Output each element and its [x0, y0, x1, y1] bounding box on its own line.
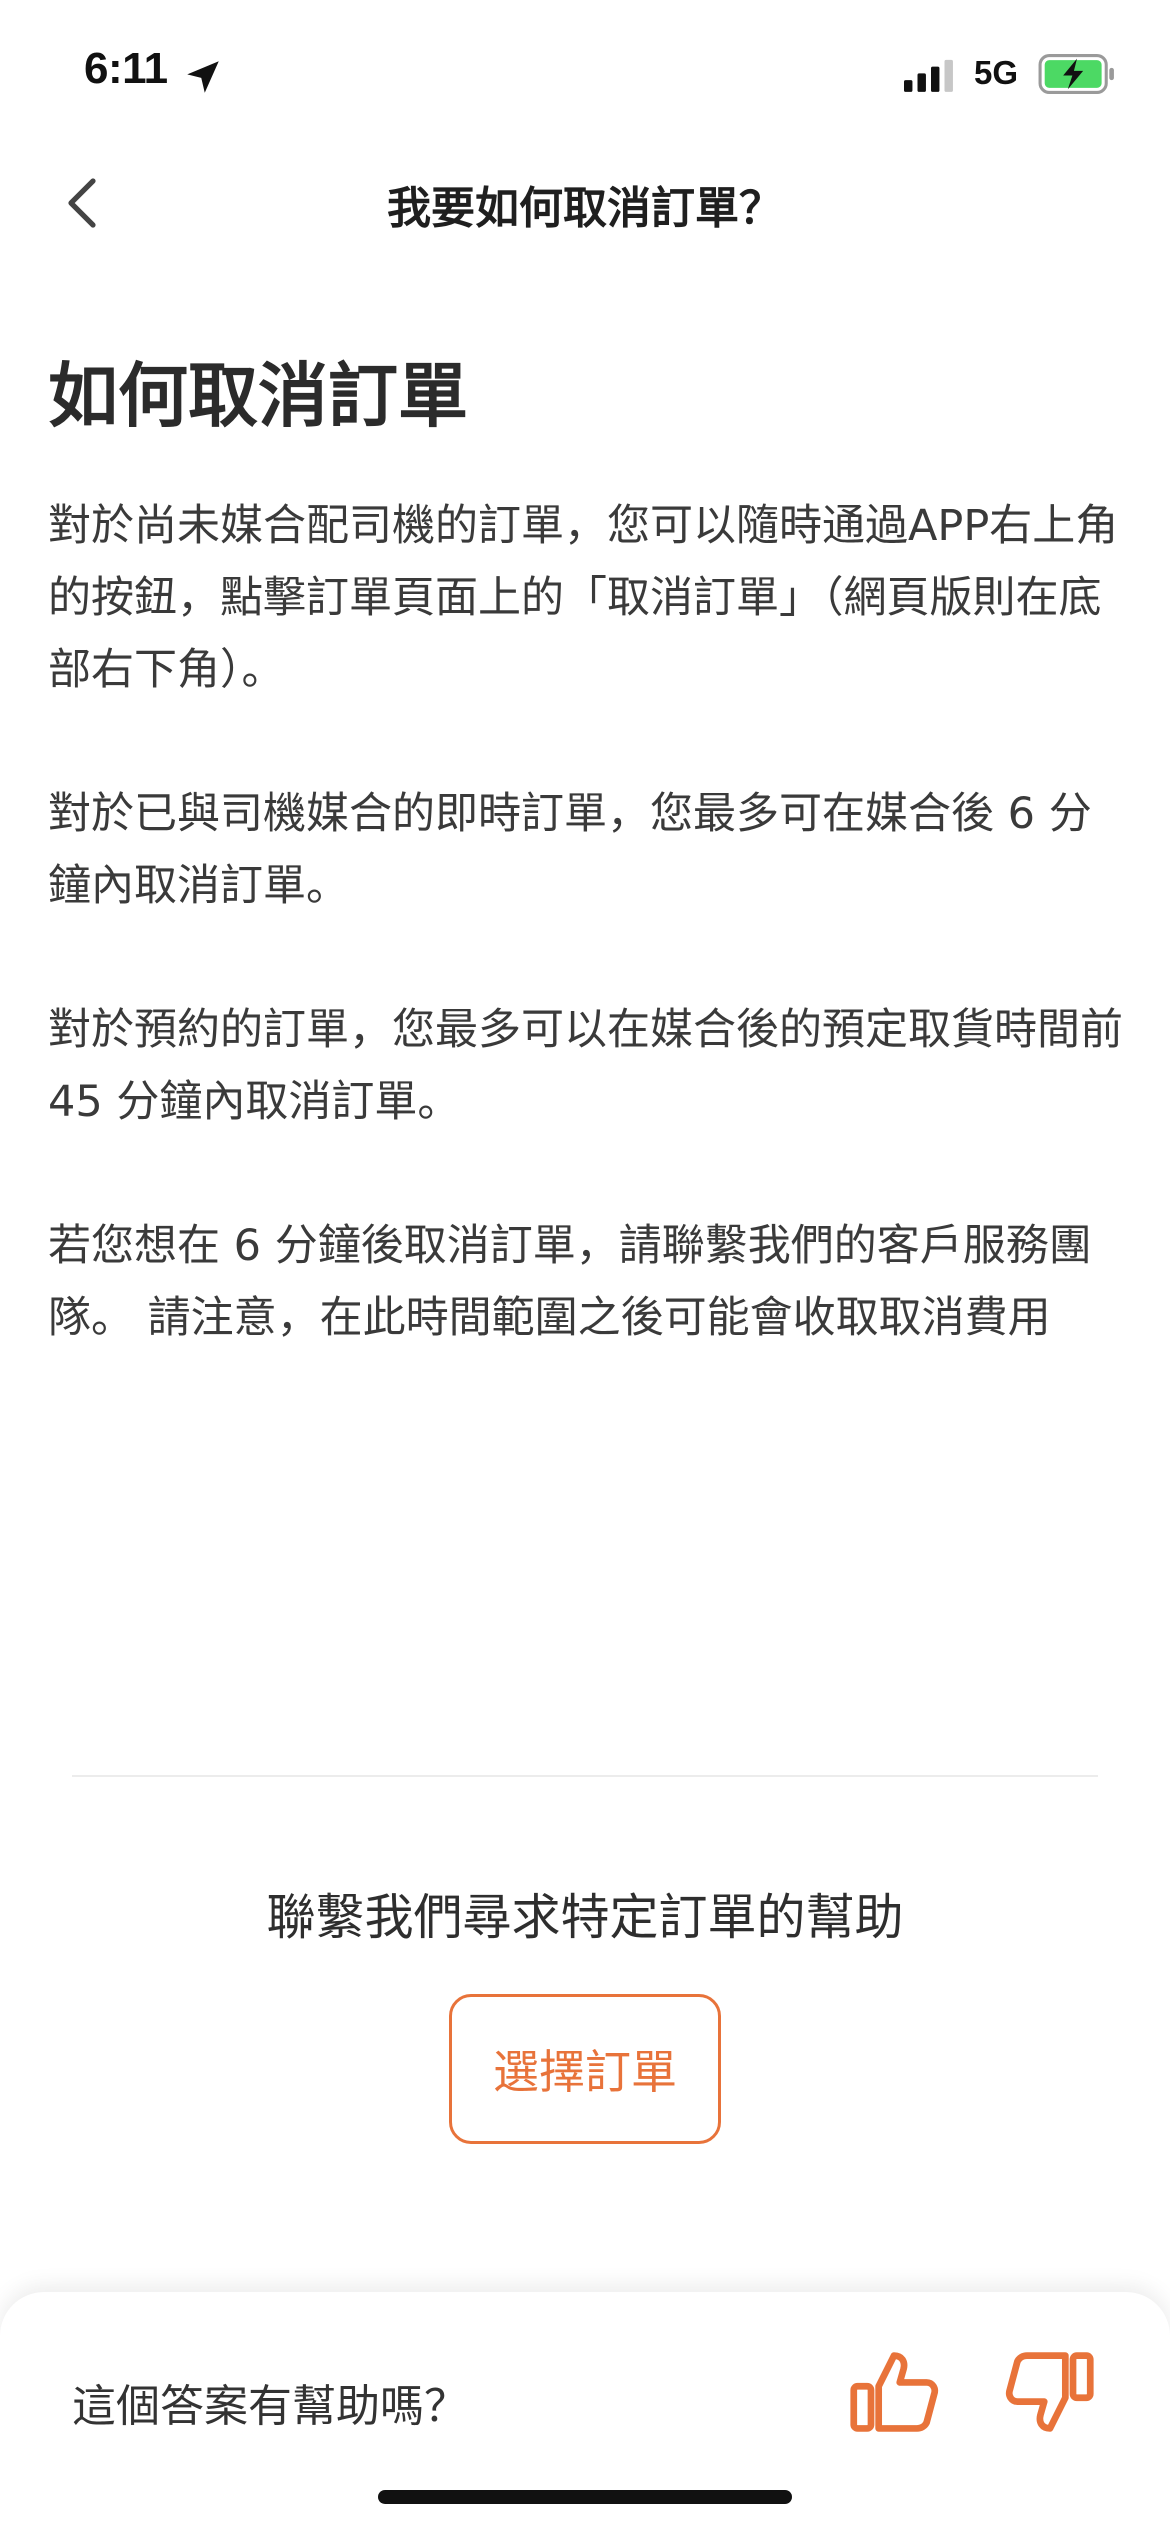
nav-title: 我要如何取消訂單？: [387, 183, 783, 234]
thumbs-down-icon[interactable]: [1004, 2346, 1096, 2438]
help-article-screen: 6:11 5G 我要如何取消訂單？ 如何取消訂單 對於尚未媒合配司機的訂單，您可…: [0, 0, 1170, 2532]
feedback-question: 這個答案有幫助嗎？: [72, 2381, 468, 2432]
article-paragraph: 若您想在 6 分鐘後取消訂單，請聯繫我們的客戶服務團隊。 請注意，在此時間範圍之…: [48, 1221, 1092, 1343]
status-bar: 6:11 5G: [0, 0, 1170, 150]
section-divider: [72, 1775, 1098, 1777]
thumbs-up-icon[interactable]: [848, 2346, 940, 2438]
network-type-label: 5G: [974, 54, 1019, 91]
article-body: 對於尚未媒合配司機的訂單，您可以隨時通過APP右上角的按鈕，點擊訂單頁面上的「取…: [48, 490, 1128, 1354]
article-paragraph: 對於尚未媒合配司機的訂單，您可以隨時通過APP右上角的按鈕，點擊訂單頁面上的「取…: [48, 501, 1119, 695]
article-title: 如何取消訂單: [48, 355, 468, 437]
help-heading: 聯繫我們尋求特定訂單的幫助: [266, 1889, 904, 1946]
article-paragraph: 對於已與司機媒合的即時訂單，您最多可在媒合後 6 分鐘內取消訂單。: [48, 789, 1092, 911]
navigation-bar: 我要如何取消訂單？: [0, 150, 1170, 250]
location-arrow-icon: [187, 61, 219, 93]
select-order-button[interactable]: 選擇訂單: [449, 1994, 721, 2144]
battery-charging-icon: [1038, 54, 1114, 94]
home-indicator: [378, 2490, 792, 2504]
status-time: 6:11: [84, 44, 168, 93]
cellular-signal-icon: [904, 59, 953, 92]
article-paragraph: 對於預約的訂單，您最多可以在媒合後的預定取貨時間前 45 分鐘內取消訂單。: [48, 1005, 1123, 1127]
